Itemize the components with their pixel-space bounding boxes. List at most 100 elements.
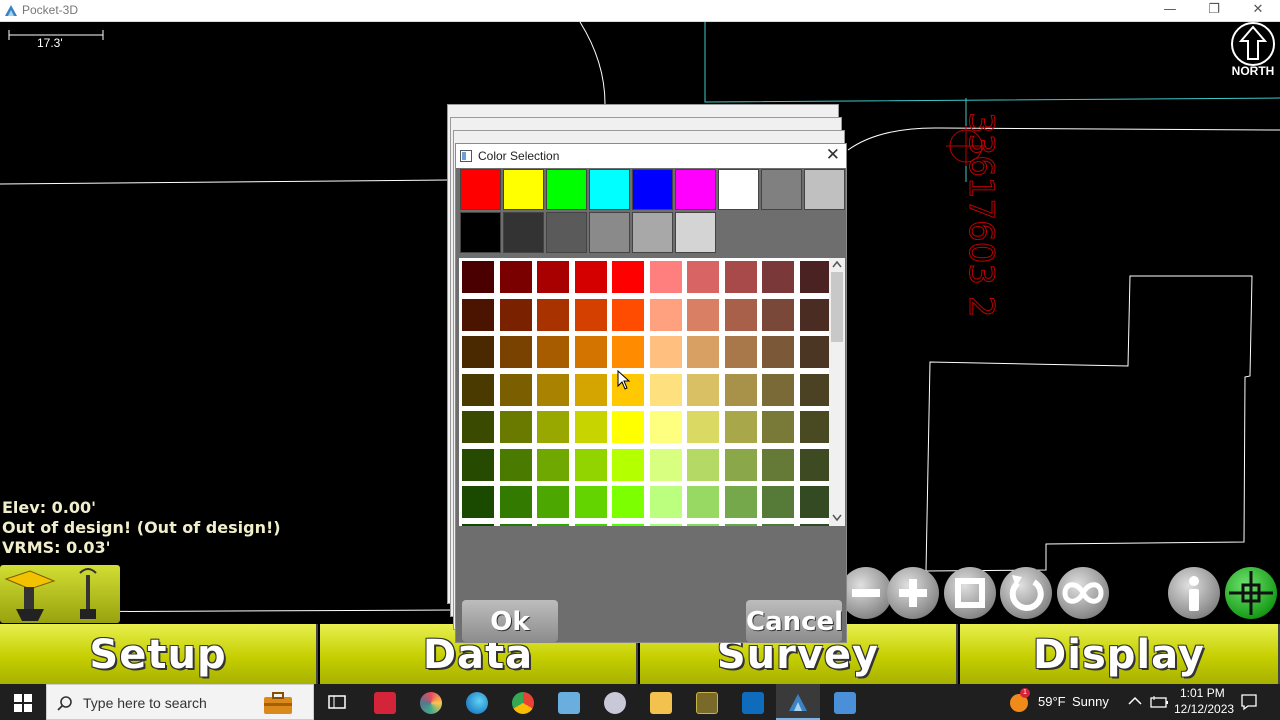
color-grid-cell[interactable] bbox=[537, 486, 569, 518]
color-grid-cell[interactable] bbox=[724, 411, 757, 443]
color-grid-cell[interactable] bbox=[462, 448, 494, 481]
color-grid-cell[interactable] bbox=[799, 298, 832, 331]
color-grid-cell[interactable] bbox=[612, 523, 644, 526]
weather-temp[interactable]: 59°F bbox=[1038, 694, 1066, 709]
info-button[interactable] bbox=[1168, 567, 1220, 619]
zoom-extents-button[interactable] bbox=[944, 567, 996, 619]
color-grid-cell[interactable] bbox=[687, 373, 719, 406]
color-grid-cell[interactable] bbox=[799, 373, 832, 406]
color-grid-cell[interactable] bbox=[762, 298, 794, 331]
task-view-icon[interactable] bbox=[328, 694, 346, 710]
color-grid-cell[interactable] bbox=[574, 523, 607, 526]
color-grid-cell[interactable] bbox=[724, 373, 757, 406]
zoom-out-button[interactable] bbox=[840, 567, 892, 619]
color-grid-cell[interactable] bbox=[612, 298, 644, 331]
scroll-thumb[interactable] bbox=[831, 272, 843, 342]
color-grid-cell[interactable] bbox=[462, 523, 494, 526]
camera-app-icon[interactable] bbox=[834, 692, 856, 714]
color-grid-cell[interactable] bbox=[462, 373, 494, 406]
color-grid[interactable] bbox=[459, 258, 845, 526]
basic-color-swatch[interactable] bbox=[589, 169, 630, 210]
color-grid-cell[interactable] bbox=[762, 373, 794, 406]
color-grid-cell[interactable] bbox=[499, 411, 532, 443]
app-d-icon[interactable] bbox=[374, 692, 396, 714]
color-grid-cell[interactable] bbox=[462, 411, 494, 443]
clock-date[interactable]: 12/12/2023 bbox=[1174, 702, 1234, 716]
color-grid-cell[interactable] bbox=[649, 411, 682, 443]
color-grid-cell[interactable] bbox=[537, 448, 569, 481]
setup-button[interactable]: Setup bbox=[0, 624, 318, 684]
dialog-close-button[interactable]: ✕ bbox=[826, 145, 840, 165]
color-grid-cell[interactable] bbox=[537, 298, 569, 331]
battery-power-icon[interactable] bbox=[1150, 695, 1170, 709]
color-grid-cell[interactable] bbox=[612, 448, 644, 481]
gray-color-swatch[interactable] bbox=[589, 212, 630, 253]
restore-button[interactable]: ❐ bbox=[1192, 0, 1236, 22]
color-grid-cell[interactable] bbox=[687, 523, 719, 526]
chrome-icon[interactable] bbox=[512, 692, 534, 714]
basic-color-swatch[interactable] bbox=[804, 169, 845, 210]
color-grid-cell[interactable] bbox=[762, 523, 794, 526]
gray-color-swatch[interactable] bbox=[632, 212, 673, 253]
ok-button[interactable]: Ok bbox=[462, 600, 558, 642]
outlook-icon[interactable] bbox=[742, 692, 764, 714]
app-plane-icon[interactable] bbox=[558, 692, 580, 714]
center-position-button[interactable] bbox=[1225, 567, 1277, 619]
color-grid-cell[interactable] bbox=[574, 336, 607, 368]
basic-color-swatch[interactable] bbox=[718, 169, 759, 210]
color-grid-cell[interactable] bbox=[499, 448, 532, 481]
chevron-up-icon[interactable] bbox=[1128, 696, 1142, 706]
weather-desc[interactable]: Sunny bbox=[1072, 694, 1109, 709]
zoom-in-button[interactable] bbox=[887, 567, 939, 619]
color-grid-cell[interactable] bbox=[499, 298, 532, 331]
color-grid-cell[interactable] bbox=[799, 523, 832, 526]
color-grid-cell[interactable] bbox=[799, 411, 832, 443]
color-grid-cell[interactable] bbox=[762, 448, 794, 481]
color-grid-cell[interactable] bbox=[612, 411, 644, 443]
color-grid-cell[interactable] bbox=[799, 336, 832, 368]
edge-icon[interactable] bbox=[466, 692, 488, 714]
gray-color-swatch[interactable] bbox=[546, 212, 587, 253]
color-grid-cell[interactable] bbox=[612, 486, 644, 518]
color-grid-cell[interactable] bbox=[462, 336, 494, 368]
color-grid-cell[interactable] bbox=[537, 411, 569, 443]
color-grid-cell[interactable] bbox=[649, 486, 682, 518]
color-grid-cell[interactable] bbox=[537, 523, 569, 526]
close-window-button[interactable]: ✕ bbox=[1236, 0, 1280, 22]
basic-color-swatch[interactable] bbox=[675, 169, 716, 210]
color-grid-cell[interactable] bbox=[762, 411, 794, 443]
color-grid-cell[interactable] bbox=[499, 486, 532, 518]
rotate-view-button[interactable] bbox=[1000, 567, 1052, 619]
basic-color-swatch[interactable] bbox=[546, 169, 587, 210]
infinite-zoom-button[interactable] bbox=[1057, 567, 1109, 619]
minimize-button[interactable]: — bbox=[1148, 0, 1192, 22]
clock-time[interactable]: 1:01 PM bbox=[1180, 686, 1225, 700]
color-grid-cell[interactable] bbox=[649, 261, 682, 293]
color-grid-cell[interactable] bbox=[574, 448, 607, 481]
color-grid-cell[interactable] bbox=[462, 298, 494, 331]
color-grid-cell[interactable] bbox=[724, 448, 757, 481]
color-grid-cell[interactable] bbox=[724, 523, 757, 526]
color-grid-cell[interactable] bbox=[612, 261, 644, 293]
notifications-icon[interactable] bbox=[1240, 693, 1258, 711]
color-grid-cell[interactable] bbox=[499, 523, 532, 526]
color-grid-cell[interactable] bbox=[537, 373, 569, 406]
basic-color-swatch[interactable] bbox=[460, 169, 501, 210]
basic-color-swatch[interactable] bbox=[503, 169, 544, 210]
basic-color-swatch[interactable] bbox=[761, 169, 802, 210]
color-grid-cell[interactable] bbox=[687, 298, 719, 331]
color-grid-cell[interactable] bbox=[687, 411, 719, 443]
file-explorer-icon[interactable] bbox=[650, 692, 672, 714]
color-grid-cell[interactable] bbox=[574, 411, 607, 443]
color-grid-cell[interactable] bbox=[724, 261, 757, 293]
color-grid-cell[interactable] bbox=[687, 448, 719, 481]
color-grid-cell[interactable] bbox=[574, 486, 607, 518]
color-grid-cell[interactable] bbox=[537, 261, 569, 293]
windows-start-icon[interactable] bbox=[14, 694, 32, 712]
color-grid-cell[interactable] bbox=[462, 261, 494, 293]
color-grid-cell[interactable] bbox=[687, 261, 719, 293]
display-button[interactable]: Display bbox=[960, 624, 1280, 684]
basic-color-swatch[interactable] bbox=[632, 169, 673, 210]
color-grid-cell[interactable] bbox=[762, 336, 794, 368]
color-grid-cell[interactable] bbox=[499, 373, 532, 406]
